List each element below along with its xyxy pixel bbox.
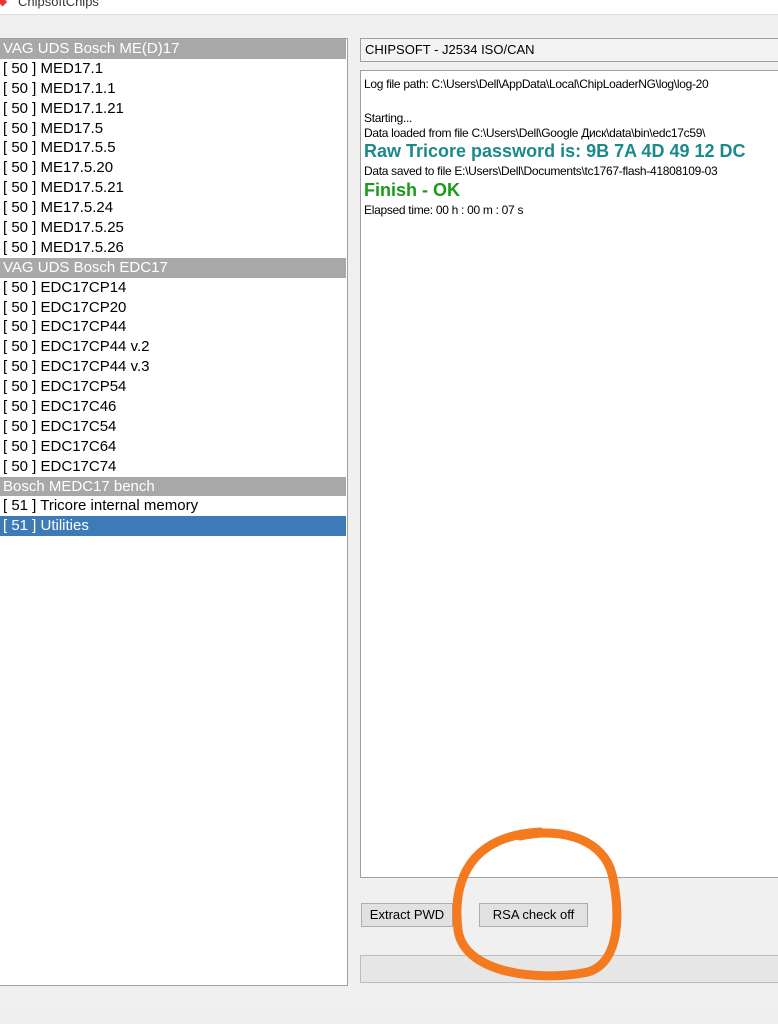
list-item[interactable]: [ 50 ] MED17.5 [0, 119, 346, 139]
window-title: ChipsoftChips [18, 0, 99, 9]
log-saved-line: Data saved to file E:\Users\Dell\Documen… [364, 164, 718, 178]
list-item[interactable]: [ 50 ] MED17.5.26 [0, 238, 346, 258]
list-item[interactable]: [ 50 ] EDC17C54 [0, 417, 346, 437]
list-item[interactable]: [ 50 ] MED17.5.5 [0, 138, 346, 158]
list-group-header: Bosch MEDC17 bench [0, 476, 346, 497]
list-item[interactable]: [ 50 ] MED17.5.21 [0, 178, 346, 198]
list-item[interactable]: [ 50 ] EDC17C74 [0, 457, 346, 477]
list-item[interactable]: [ 50 ] EDC17CP20 [0, 298, 346, 318]
list-group-header: VAG UDS Bosch EDC17 [0, 257, 346, 278]
list-item[interactable]: [ 50 ] ME17.5.20 [0, 158, 346, 178]
list-item[interactable]: [ 50 ] EDC17CP44 v.3 [0, 357, 346, 377]
status-strip [0, 1009, 778, 1024]
rsa-check-off-button[interactable]: RSA check off [479, 903, 588, 927]
list-item[interactable]: [ 50 ] MED17.5.25 [0, 218, 346, 238]
list-item[interactable]: [ 50 ] EDC17C46 [0, 397, 346, 417]
list-item[interactable]: [ 50 ] EDC17CP44 [0, 317, 346, 337]
list-item[interactable]: [ 50 ] MED17.1.1 [0, 79, 346, 99]
log-password-line: Raw Tricore password is: 9B 7A 4D 49 12 … [364, 141, 746, 161]
log-panel[interactable]: Log file path: C:\Users\Dell\AppData\Loc… [360, 70, 778, 878]
list-item[interactable]: [ 50 ] EDC17C64 [0, 437, 346, 457]
list-item[interactable]: [ 50 ] MED17.1 [0, 59, 346, 79]
log-starting-line: Starting... [364, 111, 413, 125]
title-bar: ◆ ChipsoftChips [0, 0, 778, 15]
log-loaded-line: Data loaded from file C:\Users\Dell\Goog… [364, 126, 706, 140]
log-path-line: Log file path: C:\Users\Dell\AppData\Loc… [364, 77, 709, 91]
list-item[interactable]: [ 50 ] EDC17CP54 [0, 377, 346, 397]
extract-pwd-button[interactable]: Extract PWD [361, 903, 453, 927]
list-item[interactable]: [ 50 ] MED17.1.21 [0, 99, 346, 119]
list-item[interactable]: [ 51 ] Tricore internal memory [0, 496, 346, 516]
connection-label: CHIPSOFT - J2534 ISO/CAN [360, 38, 778, 62]
progress-bar [360, 955, 778, 983]
list-item[interactable]: [ 50 ] ME17.5.24 [0, 198, 346, 218]
log-finish-line: Finish - OK [364, 180, 460, 200]
log-elapsed-line: Elapsed time: 00 h : 00 m : 07 s [364, 203, 524, 217]
app-icon: ◆ [0, 0, 7, 8]
list-item[interactable]: [ 50 ] EDC17CP44 v.2 [0, 337, 346, 357]
device-list[interactable]: VAG UDS Bosch ME(D)17[ 50 ] MED17.1[ 50 … [0, 38, 348, 986]
list-item[interactable]: [ 50 ] EDC17CP14 [0, 278, 346, 298]
list-item[interactable]: [ 51 ] Utilities [0, 516, 346, 537]
list-group-header: VAG UDS Bosch ME(D)17 [0, 39, 346, 59]
